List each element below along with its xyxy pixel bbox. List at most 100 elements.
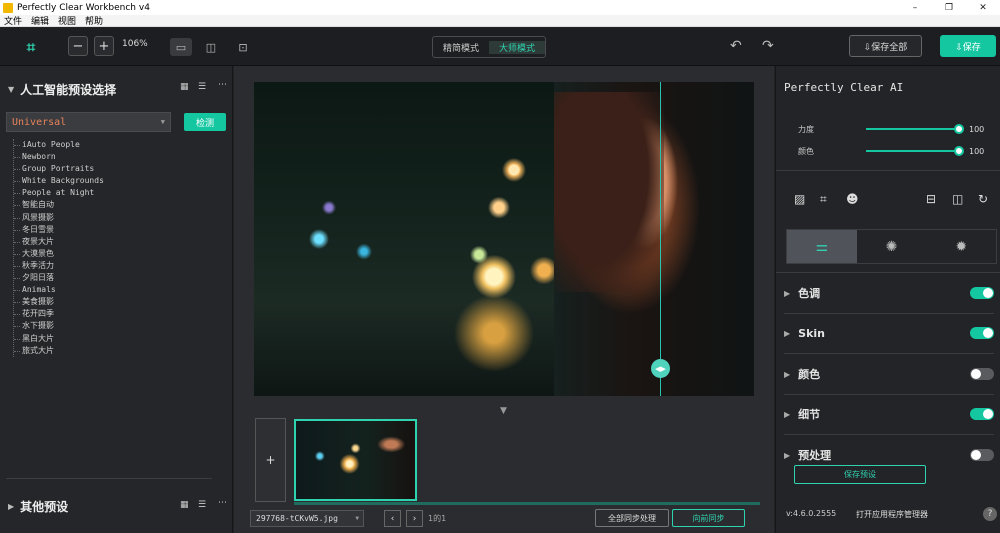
skin-toggle[interactable] bbox=[970, 327, 994, 339]
sync-forward-button[interactable]: 向前同步 bbox=[672, 509, 745, 527]
help-icon[interactable]: ? bbox=[983, 507, 997, 521]
section-label: 细节 bbox=[798, 408, 821, 421]
preset-item[interactable]: 智能自动 bbox=[14, 199, 213, 211]
section-skin[interactable]: ▶ Skin bbox=[784, 322, 996, 344]
flip-horizontal-icon[interactable]: ◫ bbox=[952, 192, 963, 206]
save-preset-button[interactable]: 保存预设 bbox=[794, 465, 926, 484]
mode-switch: 精简模式 大师模式 bbox=[432, 36, 546, 58]
preset-item[interactable]: 夕阳日落 bbox=[14, 272, 213, 284]
tone-toggle[interactable] bbox=[970, 287, 994, 299]
tab-master-mode[interactable]: 大师模式 bbox=[489, 40, 545, 54]
menu-help[interactable]: 帮助 bbox=[85, 14, 103, 27]
version-text: v:4.6.0.2555 bbox=[786, 509, 837, 518]
crop-icon[interactable]: ⌗ bbox=[820, 192, 827, 207]
panel-title: Perfectly Clear AI bbox=[784, 81, 904, 94]
detail-toggle[interactable] bbox=[970, 408, 994, 420]
edit-image-icon[interactable]: ▨ bbox=[794, 192, 805, 206]
section-preprocess[interactable]: ▶ 预处理 bbox=[784, 444, 996, 466]
ai-preset-header[interactable]: ▼ 人工智能预设选择 bbox=[8, 81, 116, 98]
strength-slider[interactable] bbox=[866, 124, 964, 134]
more-icon[interactable]: ⋯ bbox=[218, 498, 227, 508]
preset-item[interactable]: Animals bbox=[14, 284, 213, 296]
section-color[interactable]: ▶ 颜色 bbox=[784, 363, 996, 385]
preset-item[interactable]: 秋季活力 bbox=[14, 260, 213, 272]
ai-preset-title: 人工智能预设选择 bbox=[20, 83, 117, 97]
section-label: 颜色 bbox=[798, 368, 821, 381]
color-slider[interactable] bbox=[866, 146, 964, 156]
preset-item[interactable]: 夜景大片 bbox=[14, 236, 213, 248]
preset-item[interactable]: 风景摄影 bbox=[14, 212, 213, 224]
divider bbox=[784, 353, 994, 354]
menu-view[interactable]: 视图 bbox=[58, 14, 76, 27]
prev-image-button[interactable]: ‹ bbox=[384, 510, 401, 527]
open-manager-link[interactable]: 打开应用程序管理器 bbox=[856, 509, 928, 520]
preset-item[interactable]: White Backgrounds bbox=[14, 175, 213, 187]
next-image-button[interactable]: › bbox=[406, 510, 423, 527]
image-thumbnail[interactable] bbox=[294, 419, 417, 501]
save-all-button[interactable]: ⇩保存全部 bbox=[849, 35, 922, 57]
section-detail[interactable]: ▶ 细节 bbox=[784, 403, 996, 425]
slider-knob[interactable] bbox=[954, 124, 964, 134]
preset-item[interactable]: 美食摄影 bbox=[14, 296, 213, 308]
strength-slider-row: 力度 100 bbox=[798, 123, 998, 135]
close-button[interactable]: ✕ bbox=[966, 3, 1000, 13]
expand-icon: ▶ bbox=[784, 450, 791, 460]
grid-view-icon[interactable]: ▦ bbox=[180, 82, 189, 92]
section-tone[interactable]: ▶ 色调 bbox=[784, 282, 996, 304]
preset-item[interactable]: Newborn bbox=[14, 151, 213, 163]
zoom-in-button[interactable]: + bbox=[94, 36, 114, 56]
save-button[interactable]: ⇩保存 bbox=[940, 35, 996, 57]
face-icon[interactable]: ☻ bbox=[846, 192, 859, 206]
sync-all-button[interactable]: 全部同步处理 bbox=[595, 509, 669, 527]
detect-button[interactable]: 检测 bbox=[184, 113, 226, 131]
list-view-icon[interactable]: ☰ bbox=[198, 500, 206, 510]
preset-item[interactable]: 大漠景色 bbox=[14, 248, 213, 260]
photo-preview[interactable]: ◀▶ bbox=[254, 82, 754, 396]
menu-file[interactable]: 文件 bbox=[4, 14, 22, 27]
tab-globe-icon[interactable]: ✺ bbox=[857, 230, 927, 263]
canvas-area: ◀▶ ▼ + 297768-tCKvW5.jpg ▼ ‹ › 1的1 全部同步处… bbox=[234, 66, 774, 533]
preset-item[interactable]: 黑白大片 bbox=[14, 333, 213, 345]
tab-simple-mode[interactable]: 精简模式 bbox=[433, 41, 489, 54]
chevron-down-icon: ▼ bbox=[160, 118, 165, 126]
undo-icon[interactable]: ↶ bbox=[730, 38, 742, 54]
filmstrip-scrollbar[interactable] bbox=[294, 502, 760, 505]
split-view-icon[interactable]: ◫ bbox=[200, 38, 222, 56]
preset-item[interactable]: 旅式大片 bbox=[14, 345, 213, 357]
minimize-button[interactable]: – bbox=[898, 3, 932, 13]
tab-effects-icon[interactable]: ✹ bbox=[926, 230, 996, 263]
strength-value: 100 bbox=[969, 124, 985, 134]
maximize-button[interactable]: ❐ bbox=[932, 3, 966, 13]
add-image-button[interactable]: + bbox=[255, 418, 286, 502]
preset-item[interactable]: 花开四季 bbox=[14, 308, 213, 320]
list-view-icon[interactable]: ☰ bbox=[198, 82, 206, 92]
crop-logo-icon: ⌗ bbox=[26, 38, 36, 56]
tab-adjust-icon[interactable]: ⚌ bbox=[787, 230, 857, 263]
other-preset-header[interactable]: ▶ 其他预设 bbox=[8, 498, 68, 515]
color-toggle[interactable] bbox=[970, 368, 994, 380]
preset-item[interactable]: Group Portraits bbox=[14, 163, 213, 175]
preset-item[interactable]: People at Night bbox=[14, 187, 213, 199]
split-line[interactable] bbox=[660, 82, 661, 396]
preset-item[interactable]: 水下摄影 bbox=[14, 320, 213, 332]
rotate-icon[interactable]: ↻ bbox=[978, 192, 988, 206]
preset-dropdown[interactable]: Universal ▼ bbox=[6, 112, 171, 132]
slider-knob[interactable] bbox=[954, 146, 964, 156]
compare-view-icon[interactable]: ⊡ bbox=[232, 38, 254, 56]
preprocess-toggle[interactable] bbox=[970, 449, 994, 461]
zoom-out-button[interactable]: − bbox=[68, 36, 88, 56]
flip-vertical-icon[interactable]: ⊟ bbox=[926, 192, 936, 206]
redo-icon[interactable]: ↷ bbox=[762, 38, 774, 54]
more-icon[interactable]: ⋯ bbox=[218, 80, 227, 90]
menu-edit[interactable]: 编辑 bbox=[31, 14, 49, 27]
grid-view-icon[interactable]: ▦ bbox=[180, 500, 189, 510]
preset-item[interactable]: iAuto People bbox=[14, 139, 213, 151]
right-panel: Perfectly Clear AI 力度 100 颜色 100 ▨ ⌗ ☻ ⊟… bbox=[775, 66, 1000, 533]
single-view-icon[interactable]: ▭ bbox=[170, 38, 192, 56]
preset-item[interactable]: 冬日雪景 bbox=[14, 224, 213, 236]
split-handle-icon[interactable]: ◀▶ bbox=[651, 359, 670, 378]
file-select[interactable]: 297768-tCKvW5.jpg ▼ bbox=[250, 510, 364, 527]
divider bbox=[784, 313, 994, 314]
filmstrip-toggle-icon[interactable]: ▼ bbox=[500, 406, 507, 416]
left-panel: ▼ 人工智能预设选择 ▦ ☰ ⋯ Universal ▼ 检测 iAuto Pe… bbox=[0, 66, 233, 533]
